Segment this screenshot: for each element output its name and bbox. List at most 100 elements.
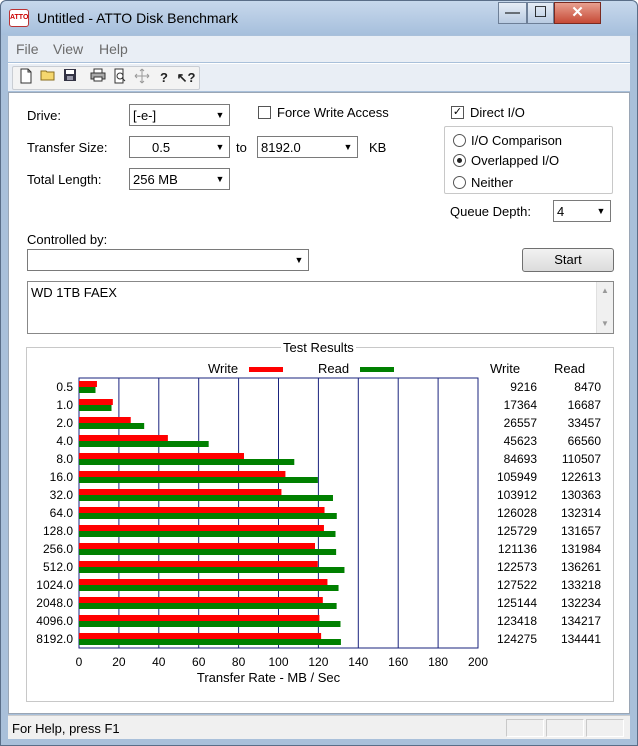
x-tick-label: 140 — [348, 655, 368, 669]
controlled-by-label: Controlled by: — [27, 232, 108, 247]
write-bar — [79, 471, 286, 477]
minimize-button[interactable]: — — [498, 2, 527, 24]
menu-bar: File View Help — [8, 36, 630, 62]
y-tick-label: 128.0 — [43, 524, 73, 538]
total-length-label: Total Length: — [27, 172, 102, 187]
status-cell-3 — [586, 719, 624, 737]
write-value: 103912 — [496, 488, 537, 502]
close-button[interactable]: ✕ — [554, 2, 601, 24]
write-value: 45623 — [503, 434, 537, 448]
write-value: 121136 — [497, 542, 537, 556]
write-value: 123418 — [496, 614, 537, 628]
transfer-to-select[interactable]: 8192.0 ▼ — [257, 136, 358, 158]
transfer-size-label: Transfer Size: — [27, 140, 108, 155]
y-tick-label: 2048.0 — [36, 596, 73, 610]
io-comparison-radio[interactable] — [453, 134, 466, 147]
help-icon[interactable]: ? — [153, 68, 175, 88]
y-tick-label: 256.0 — [43, 542, 73, 556]
move-icon[interactable] — [131, 68, 153, 88]
transfer-to-value: 8192.0 — [261, 140, 301, 155]
queue-depth-value: 4 — [557, 204, 565, 219]
y-tick-label: 32.0 — [50, 488, 74, 502]
status-bar: For Help, press F1 — [8, 715, 630, 739]
write-bar — [79, 525, 324, 531]
total-length-select[interactable]: 256 MB ▼ — [129, 168, 230, 190]
status-text: For Help, press F1 — [12, 721, 120, 736]
chevron-down-icon: ▼ — [211, 137, 229, 157]
y-tick-label: 1024.0 — [36, 578, 73, 592]
read-value: 136261 — [560, 560, 601, 574]
write-bar — [79, 615, 320, 621]
notes-textarea[interactable]: WD 1TB FAEX ▲ ▼ — [27, 281, 614, 334]
overlapped-io-label: Overlapped I/O — [471, 153, 560, 168]
write-value: 124275 — [496, 632, 537, 646]
read-bar — [79, 621, 341, 627]
title-bar[interactable]: ATTO Untitled - ATTO Disk Benchmark — ☐ … — [1, 1, 637, 35]
read-bar — [79, 567, 345, 573]
y-tick-label: 1.0 — [56, 398, 73, 412]
read-value: 131657 — [560, 524, 601, 538]
write-bar — [79, 399, 113, 405]
maximize-button[interactable]: ☐ — [527, 2, 554, 24]
write-value: 125144 — [496, 596, 537, 610]
chevron-down-icon: ▼ — [290, 250, 308, 270]
write-value: 17364 — [503, 398, 537, 412]
direct-io-label: Direct I/O — [470, 105, 525, 120]
read-value: 66560 — [567, 434, 601, 448]
force-write-checkbox[interactable] — [258, 106, 271, 119]
x-tick-label: 20 — [112, 655, 126, 669]
print-icon[interactable] — [87, 68, 109, 88]
chevron-down-icon: ▼ — [211, 105, 229, 125]
read-bar — [79, 423, 145, 429]
x-axis-label: Transfer Rate - MB / Sec — [197, 670, 341, 685]
write-bar — [79, 633, 322, 639]
new-icon[interactable] — [15, 68, 37, 88]
queue-depth-select[interactable]: 4 ▼ — [553, 200, 611, 222]
notes-text: WD 1TB FAEX — [31, 285, 117, 300]
start-button[interactable]: Start — [522, 248, 614, 272]
neither-radio[interactable] — [453, 176, 466, 189]
x-tick-label: 0 — [76, 655, 83, 669]
y-tick-label: 0.5 — [56, 380, 73, 394]
x-tick-label: 160 — [388, 655, 408, 669]
read-bar — [79, 513, 337, 519]
read-bar — [79, 531, 336, 537]
test-results-panel: Test Results Write Read Write Read 0 20 40… — [26, 340, 614, 702]
read-bar — [79, 603, 337, 609]
save-icon[interactable] — [59, 68, 81, 88]
write-bar — [79, 543, 316, 549]
read-value: 122613 — [560, 470, 601, 484]
scroll-down-icon[interactable]: ▼ — [597, 316, 613, 332]
direct-io-checkbox[interactable]: ✓ — [451, 106, 464, 119]
open-icon[interactable] — [37, 68, 59, 88]
transfer-from-value: 0.5 — [152, 140, 171, 155]
toolbar-buttons: ? ↖? — [12, 66, 200, 90]
overlapped-io-radio[interactable] — [453, 154, 466, 167]
menu-help[interactable]: Help — [99, 41, 128, 57]
notes-scrollbar[interactable]: ▲ ▼ — [596, 282, 613, 333]
read-bar — [79, 477, 318, 483]
context-help-icon[interactable]: ↖? — [175, 68, 197, 88]
drive-select[interactable]: [-e-] ▼ — [129, 104, 230, 126]
scroll-up-icon[interactable]: ▲ — [597, 283, 613, 299]
write-bar — [79, 561, 318, 567]
read-value: 134217 — [560, 614, 601, 628]
controlled-by-select[interactable]: ▼ — [27, 249, 309, 271]
y-tick-label: 2.0 — [56, 416, 73, 430]
transfer-from-select[interactable]: 0.5 ▼ — [129, 136, 230, 158]
write-bar — [79, 489, 282, 495]
menu-file[interactable]: File — [16, 41, 39, 57]
atto-app-icon[interactable]: ATTO — [9, 9, 29, 27]
menu-view[interactable]: View — [53, 41, 83, 57]
read-bar — [79, 459, 295, 465]
read-value: 132234 — [560, 596, 601, 610]
x-tick-label: 180 — [428, 655, 448, 669]
read-bar — [79, 639, 341, 645]
x-tick-label: 100 — [268, 655, 288, 669]
print-preview-icon[interactable] — [109, 68, 131, 88]
chevron-down-icon: ▼ — [211, 169, 229, 189]
x-tick-label: 60 — [192, 655, 206, 669]
read-value: 134441 — [560, 632, 601, 646]
kb-label: KB — [369, 140, 387, 155]
y-tick-label: 64.0 — [50, 506, 74, 520]
